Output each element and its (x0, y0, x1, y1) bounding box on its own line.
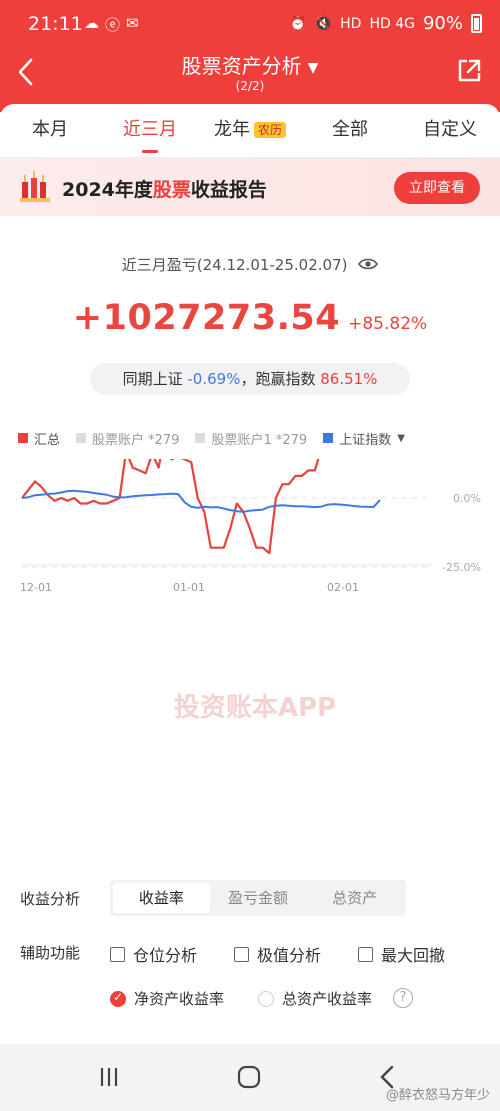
tab-label: 龙年 (213, 119, 250, 140)
position-analysis-checkbox[interactable]: 仓位分析 (110, 942, 197, 966)
extreme-analysis-checkbox[interactable]: 极值分析 (234, 942, 321, 966)
y-tick-label: -25.0% (442, 561, 481, 574)
tab-all[interactable]: 全部 (300, 104, 400, 157)
y-tick-label: 0.0% (453, 492, 481, 505)
page-subtitle: (2/2) (235, 79, 265, 93)
legend-item-account-1[interactable]: 股票账户 *279 (76, 429, 179, 448)
banner-text-highlight: 股票 (152, 179, 191, 201)
period-label-text: 近三月盈亏(24.12.01-25.02.07) (121, 256, 348, 274)
return-line-chart[interactable]: 100.0%75.0%50.0%25.0%0.0%-25.0%12-0101-0… (0, 459, 500, 859)
aux-functions-row: 辅助功能 仓位分析 极值分析 最大回撤 (0, 940, 500, 966)
signal-4g-icon: HD 4G (369, 15, 415, 32)
fireworks-icon (20, 171, 50, 202)
author-watermark: @醉衣怒马方年少 (385, 1088, 490, 1103)
legend-dropdown-icon: ▼ (397, 432, 405, 444)
tab-label: 近三月 (123, 119, 177, 140)
cloud-icon: ☁ (84, 14, 99, 32)
mail-icon: ✉ (126, 14, 139, 32)
status-right-icons: ⏰ 🔇 HD HD 4G 90% (289, 13, 482, 34)
tab-last-three-months[interactable]: 近三月 (100, 104, 200, 157)
legend-item-total[interactable]: 汇总 (18, 429, 60, 448)
banner-text: 2024年度股票收益报告 (62, 175, 267, 202)
analysis-row: 收益分析 收益率 盈亏金额 总资产 (0, 880, 500, 916)
page-title[interactable]: 股票资产分析 ▼ (0, 50, 500, 79)
legend-swatch (18, 433, 28, 443)
tab-custom[interactable]: 自定义 (400, 104, 500, 157)
signal-hd-icon: HD (340, 15, 362, 32)
checkbox-box (234, 946, 249, 962)
x-tick-label: 01-01 (173, 581, 205, 594)
profit-percent: +85.82% (348, 314, 428, 334)
status-time: 21:11 (28, 13, 83, 35)
legend-label: 上证指数 (339, 432, 392, 448)
radio-dot (258, 990, 274, 1007)
battery-icon (471, 14, 482, 33)
annual-report-banner[interactable]: 2024年度股票收益报告 立即查看 (0, 158, 500, 216)
mute-icon: 🔇 (314, 15, 333, 32)
tab-this-month[interactable]: 本月 (0, 104, 100, 157)
legend-label: 汇总 (34, 432, 61, 448)
dropdown-caret-icon: ▼ (307, 59, 319, 76)
total-asset-return-radio[interactable]: 总资产收益率 (258, 988, 372, 1009)
nav-bar: 股票资产分析 ▼ (2/2) (0, 44, 500, 104)
recent-apps-icon[interactable] (94, 1064, 124, 1090)
compare-mid: ，跑赢指数 (240, 370, 316, 388)
radio-label: 总资产收益率 (282, 990, 373, 1008)
banner-text-suffix: 收益报告 (190, 179, 267, 201)
battery-percent: 90% (422, 13, 463, 34)
legend-label: 股票账户1 *279 (211, 432, 308, 448)
legend-swatch (195, 433, 206, 443)
legend-label: 股票账户 *279 (92, 432, 180, 448)
tab-label: 全部 (332, 119, 368, 140)
eye-icon[interactable] (358, 257, 379, 271)
period-label: 近三月盈亏(24.12.01-25.02.07) (0, 254, 500, 275)
home-icon[interactable] (234, 1064, 264, 1090)
segment-total-assets[interactable]: 总资产 (306, 883, 403, 913)
alarm-icon: ⏰ (289, 15, 307, 32)
x-tick-label: 02-01 (327, 581, 359, 594)
tab-dragon-year[interactable]: 龙年 农历 (200, 104, 300, 157)
period-tabs: 本月 近三月 龙年 农历 全部 自定义 (0, 104, 500, 158)
segment-profit-amount[interactable]: 盈亏金额 (210, 883, 307, 913)
checkbox-label: 极值分析 (257, 946, 322, 965)
index-comparison: 同期上证 -0.69%，跑赢指数 86.51% (90, 363, 410, 395)
chart-legend: 汇总 股票账户 *279 股票账户1 *279 上证指数 ▼ (18, 428, 488, 448)
net-asset-return-radio[interactable]: 净资产收益率 (110, 988, 224, 1009)
chart-watermark: 投资账本APP (174, 693, 336, 723)
profit-summary: +1027273.54 +85.82% (0, 298, 500, 338)
beat-index-percent: 86.51% (320, 370, 378, 388)
view-now-button[interactable]: 立即查看 (394, 172, 480, 204)
tab-label: 自定义 (423, 119, 477, 140)
lunar-badge: 农历 (253, 122, 286, 138)
radio-label: 净资产收益率 (134, 990, 225, 1008)
series-line-sse-index (21, 489, 381, 513)
legend-swatch (323, 433, 334, 443)
x-tick-label: 12-01 (20, 581, 52, 594)
page-title-text: 股票资产分析 (181, 54, 302, 78)
max-drawdown-checkbox[interactable]: 最大回撤 (358, 942, 445, 966)
aux-label: 辅助功能 (20, 944, 81, 962)
index-change: -0.69% (187, 370, 241, 388)
share-icon[interactable] (456, 58, 482, 84)
checkbox-box (110, 946, 125, 962)
analysis-label: 收益分析 (20, 890, 81, 908)
app-notification-icon: ⓔ (105, 16, 121, 34)
checkbox-label: 最大回撤 (381, 946, 446, 965)
compare-prefix: 同期上证 (122, 370, 183, 388)
checkbox-label: 仓位分析 (133, 946, 198, 965)
checkbox-box (358, 946, 373, 962)
legend-item-account-2[interactable]: 股票账户1 *279 (195, 429, 307, 448)
help-icon[interactable]: ? (393, 988, 413, 1008)
legend-item-sse-index[interactable]: 上证指数 ▼ (323, 429, 405, 448)
tab-label: 本月 (32, 119, 68, 140)
analysis-segmented-control: 收益率 盈亏金额 总资产 (110, 880, 406, 916)
return-type-radios: 净资产收益率 总资产收益率 ? (0, 988, 500, 1012)
segment-return-rate[interactable]: 收益率 (113, 883, 210, 913)
banner-text-prefix: 2024年度 (62, 179, 153, 201)
radio-dot (110, 990, 126, 1007)
legend-swatch (76, 433, 87, 443)
status-left-icons: ☁ ⓔ ✉ (84, 14, 139, 35)
main-card: 本月 近三月 龙年 农历 全部 自定义 2024年度股票收益报告 立即查看 近三月… (0, 104, 500, 1044)
profit-amount: +1027273.54 (72, 298, 341, 338)
